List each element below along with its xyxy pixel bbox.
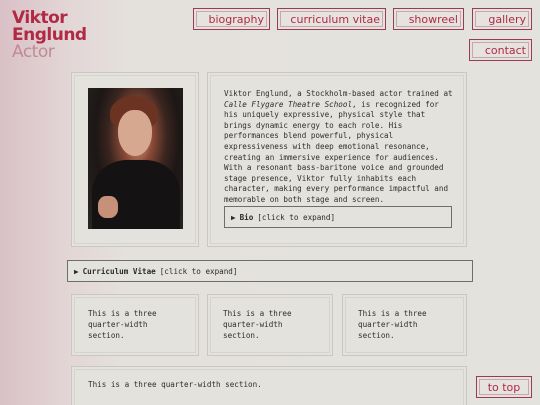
nav-gallery-button[interactable]: gallery (472, 8, 532, 30)
cv-expander-hint: [click to expand] (159, 266, 238, 276)
intro-text-part2: , is recognized for his uniquely express… (224, 99, 449, 204)
site-logo[interactable]: Viktor Englund Actor (12, 10, 87, 61)
portrait-face (118, 110, 152, 156)
bio-expander-title: Bio (239, 212, 254, 222)
intro-text: Viktor Englund, a Stockholm-based actor … (224, 89, 456, 206)
section-text-2: This is a three quarter-width section. (223, 309, 292, 340)
section-text-3: This is a three quarter-width section. (358, 309, 427, 340)
logo-line-role: Actor (12, 42, 55, 62)
cv-expander[interactable]: ▶ Curriculum Vitae [click to expand] (67, 260, 473, 282)
bio-expand-arrow-icon: ▶ (231, 212, 236, 222)
bio-expander-hint: [click to expand] (257, 212, 336, 222)
portrait-hand (98, 196, 118, 218)
actor-portrait-image (88, 88, 183, 229)
nav-cv-button[interactable]: curriculum vitae (277, 8, 386, 30)
nav-showreel-button[interactable]: showreel (393, 8, 464, 30)
cv-expander-title: Curriculum Vitae (82, 266, 156, 276)
nav-contact-button[interactable]: contact (469, 39, 532, 61)
section-text-1: This is a three quarter-width section. (88, 309, 157, 340)
to-top-button[interactable]: to top (476, 376, 532, 398)
nav-biography-button[interactable]: biography (193, 8, 270, 30)
intro-school-name: Calle Flygare Theatre School (224, 99, 353, 109)
intro-text-part1: Viktor Englund, a Stockholm-based actor … (224, 89, 453, 98)
bio-expander[interactable]: ▶ Bio [click to expand] (224, 206, 452, 228)
section-text-wide: This is a three quarter-width section. (88, 380, 262, 389)
cv-expand-arrow-icon: ▶ (74, 266, 79, 276)
portrait-coat (92, 160, 180, 229)
